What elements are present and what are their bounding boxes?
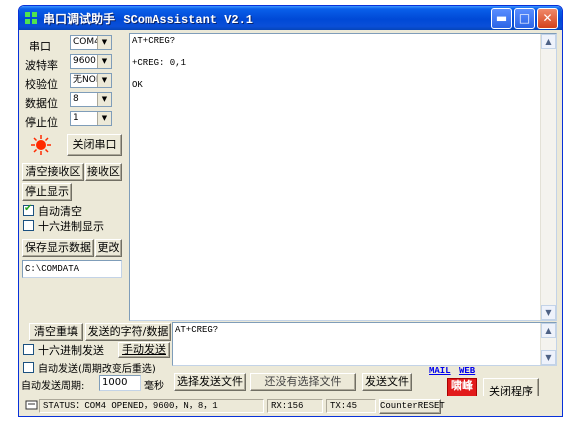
receive-scrollbar[interactable]: ▲ ▼ [540,34,556,320]
app-window: 串口调试助手 SComAssistant V2.1 ▬ □ ✕ 串口 COM4 ▼… [18,5,563,417]
window-title: 串口调试助手 SComAssistant V2.1 [43,12,253,27]
send-scrollbar[interactable]: ▲ ▼ [540,323,556,365]
period-label: 自动发送周期: [21,381,85,392]
auto-send-label: 自动发送(周期改变后重选) [38,364,156,375]
save-data-button[interactable]: 保存显示数据 [22,239,94,257]
send-area[interactable]: AT+CREG? ▲ ▼ [172,322,557,366]
port-select[interactable]: COM4 ▼ [70,35,112,50]
title-bar[interactable]: 串口调试助手 SComAssistant V2.1 ▬ □ ✕ [19,6,562,30]
chevron-down-icon: ▼ [97,36,111,49]
port-status-light-icon [31,135,51,155]
status-icon [25,400,38,410]
period-input[interactable]: 1000 [99,375,141,391]
scroll-down-icon[interactable]: ▼ [541,350,556,365]
status-bar: STATUS：COM4 OPENED，9600，N，8，1 RX:156 TX:… [19,396,562,416]
auto-clear-label: 自动清空 [38,205,82,218]
minimize-icon[interactable]: ▬ [491,8,512,29]
databits-select[interactable]: 8 ▼ [70,92,112,107]
web-link[interactable]: WEB [459,366,475,376]
send-text: AT+CREG? [175,325,219,335]
mail-link[interactable]: MAIL [429,366,451,376]
send-char-button[interactable]: 发送的字符/数据 [85,323,171,341]
select-file-button[interactable]: 选择发送文件 [174,373,246,391]
baud-label: 波特率 [25,59,58,72]
baud-select[interactable]: 9600 ▼ [70,54,112,69]
receive-area[interactable]: AT+CREG? +CREG: 0,1 OK ▲ ▼ [129,33,557,321]
change-path-button[interactable]: 更改 [95,239,122,257]
parity-label: 校验位 [25,78,58,91]
clear-receive-button[interactable]: 清空接收区 [22,163,84,181]
stopbits-label: 停止位 [25,116,58,129]
hex-send-checkbox[interactable] [23,344,34,355]
stopbits-select[interactable]: 1 ▼ [70,111,112,126]
close-icon[interactable]: ✕ [537,8,558,29]
auto-clear-checkbox[interactable] [23,203,34,216]
tx-counter: TX:45 [326,399,376,413]
save-path-field[interactable]: C:\COMDATA [22,260,122,278]
hex-display-label: 十六进制显示 [38,220,104,233]
send-file-button[interactable]: 发送文件 [362,373,412,391]
scroll-up-icon[interactable]: ▲ [541,323,556,338]
scroll-down-icon[interactable]: ▼ [541,305,556,320]
clear-resend-button[interactable]: 清空重填 [29,323,83,341]
period-unit: 毫秒 [144,381,164,392]
receive-area-button[interactable]: 接收区 [85,163,122,181]
manual-send-button[interactable]: 手动发送 [118,342,170,358]
app-icon [25,12,37,24]
chevron-down-icon: ▼ [97,93,111,106]
hex-display-checkbox[interactable] [23,220,34,231]
port-label: 串口 [29,40,51,53]
stop-display-button[interactable]: 停止显示 [22,183,72,201]
chevron-down-icon: ▼ [97,55,111,68]
receive-text: AT+CREG? +CREG: 0,1 OK [132,36,187,90]
close-port-button[interactable]: 关闭串口 [67,134,122,156]
hex-send-label: 十六进制发送 [38,344,104,357]
counter-reset-button[interactable]: CounterRESET [379,399,445,414]
chevron-down-icon: ▼ [97,74,111,87]
auto-send-checkbox[interactable] [23,362,34,373]
chevron-down-icon: ▼ [97,112,111,125]
parity-select[interactable]: 无NON ▼ [70,73,112,88]
scroll-up-icon[interactable]: ▲ [541,34,556,49]
maximize-icon[interactable]: □ [514,8,535,29]
status-text: STATUS：COM4 OPENED，9600，N，8，1 [39,399,264,413]
file-status-label: 还没有选择文件 [250,373,356,391]
rx-counter: RX:156 [267,399,323,413]
databits-label: 数据位 [25,97,58,110]
